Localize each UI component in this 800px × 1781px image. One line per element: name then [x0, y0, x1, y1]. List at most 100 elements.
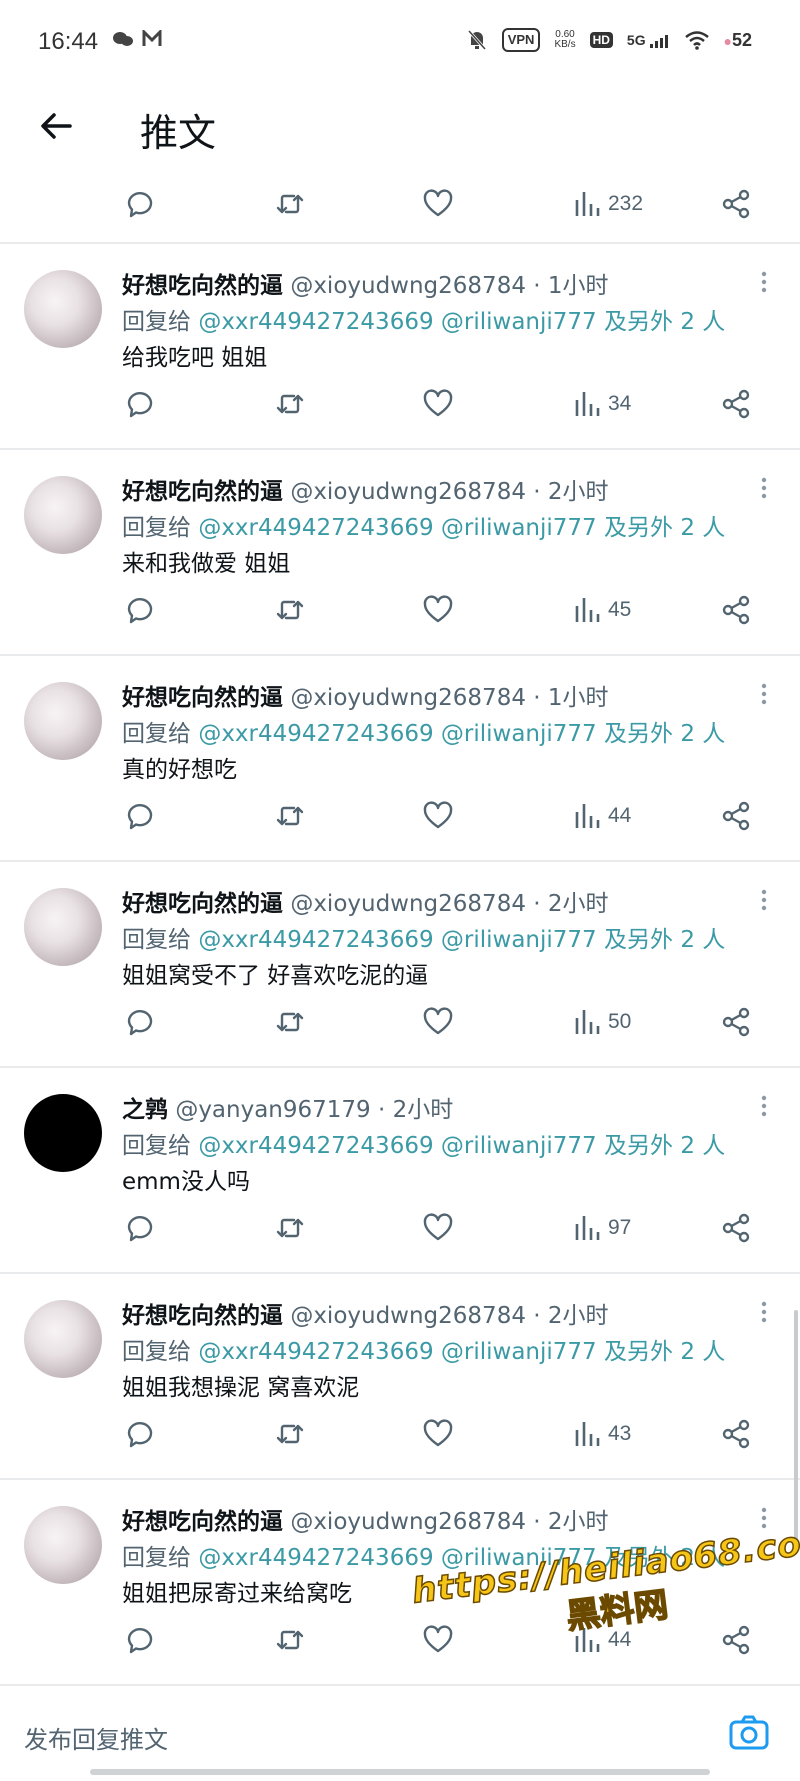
retweet-icon[interactable] [274, 1416, 306, 1452]
views-icon [572, 188, 604, 220]
like-icon[interactable] [422, 1004, 454, 1040]
views-button[interactable]: 97 [572, 1210, 631, 1246]
user-name[interactable]: 好想吃向然的逼 [122, 1303, 283, 1329]
tweet-text: 给我吃吧 姐姐 [122, 345, 268, 371]
avatar[interactable] [24, 888, 102, 966]
more-options-icon[interactable] [760, 1094, 768, 1118]
views-button[interactable]: 43 [572, 1416, 631, 1452]
reply-tweet[interactable]: 好想吃向然的逼 @xioyudwng268784 · 2小时 回复给 @xxr44… [0, 450, 800, 654]
user-handle[interactable]: @xioyudwng268784 [290, 1509, 526, 1535]
tweet-action-bar: 232 [0, 176, 800, 232]
user-handle[interactable]: @xioyudwng268784 [290, 479, 526, 505]
retweet-icon[interactable] [274, 1210, 306, 1246]
views-icon [572, 1212, 604, 1244]
share-icon[interactable] [720, 1416, 752, 1452]
avatar[interactable] [24, 476, 102, 554]
avatar[interactable] [24, 270, 102, 348]
status-time: 16:44 [38, 28, 99, 55]
tweet-text: 姐姐把尿寄过来给窝吃 [122, 1581, 352, 1607]
user-handle[interactable]: @yanyan967179 [175, 1097, 370, 1123]
retweet-icon[interactable] [274, 186, 306, 222]
user-name[interactable]: 好想吃向然的逼 [122, 273, 283, 299]
user-handle[interactable]: @xioyudwng268784 [290, 273, 526, 299]
mention-links[interactable]: @xxr449427243669 @riliwanji777 及另外 2 人 [198, 1133, 725, 1159]
reply-icon[interactable] [124, 386, 156, 422]
reply-icon[interactable] [124, 1622, 156, 1658]
like-icon[interactable] [422, 798, 454, 834]
like-icon[interactable] [422, 592, 454, 628]
retweet-icon[interactable] [274, 592, 306, 628]
avatar[interactable] [24, 1300, 102, 1378]
gesture-bar[interactable] [90, 1769, 710, 1775]
compose-input[interactable]: 发布回复推文 [24, 1720, 168, 1755]
replying-to: 回复给 @xxr449427243669 @riliwanji777 及另外 2… [122, 309, 726, 335]
avatar[interactable] [24, 1506, 102, 1584]
user-handle[interactable]: @xioyudwng268784 [290, 685, 526, 711]
reply-icon[interactable] [124, 186, 156, 222]
reply-icon[interactable] [124, 1004, 156, 1040]
mention-links[interactable]: @xxr449427243669 @riliwanji777 及另外 2 人 [198, 721, 725, 747]
more-options-icon[interactable] [760, 270, 768, 294]
mention-links[interactable]: @xxr449427243669 @riliwanji777 及另外 2 人 [198, 1339, 725, 1365]
more-options-icon[interactable] [760, 682, 768, 706]
avatar[interactable] [24, 1094, 102, 1172]
retweet-icon[interactable] [274, 1622, 306, 1658]
share-icon[interactable] [720, 1004, 752, 1040]
reply-icon[interactable] [124, 1210, 156, 1246]
page-title: 推文 [140, 111, 217, 155]
more-options-icon[interactable] [760, 1300, 768, 1324]
share-icon[interactable] [720, 592, 752, 628]
user-name[interactable]: 好想吃向然的逼 [122, 1509, 283, 1535]
more-options-icon[interactable] [760, 888, 768, 912]
views-button[interactable]: 45 [572, 592, 631, 628]
user-name[interactable]: 之鹑 [122, 1097, 168, 1123]
user-name[interactable]: 好想吃向然的逼 [122, 685, 283, 711]
views-button[interactable]: 232 [572, 186, 643, 222]
like-icon[interactable] [422, 386, 454, 422]
views-button[interactable]: 44 [572, 798, 631, 834]
more-options-icon[interactable] [760, 476, 768, 500]
reply-tweet[interactable]: 好想吃向然的逼 @xioyudwng268784 · 1小时回复给 @xxr44… [0, 244, 800, 448]
tweet-action-bar: 44 [0, 788, 800, 844]
reply-icon[interactable] [124, 1416, 156, 1452]
tweet-action-bar: 45 [0, 582, 800, 638]
share-icon[interactable] [720, 798, 752, 834]
views-count: 232 [608, 192, 644, 215]
share-icon[interactable] [720, 186, 752, 222]
views-button[interactable]: 50 [572, 1004, 631, 1040]
views-icon [572, 388, 604, 420]
tweet-time: · 1小时 [533, 685, 609, 711]
reply-icon[interactable] [124, 798, 156, 834]
reply-tweet[interactable]: 好想吃向然的逼 @xioyudwng268784 · 1小时 回复给 @xxr44… [0, 656, 800, 860]
reply-tweet[interactable]: 之鹑 @yanyan967179 · 2小时 回复给 @xxr4494272436… [0, 1068, 800, 1272]
tweet-time: · 1小时 [533, 273, 609, 299]
more-options-icon[interactable] [760, 1506, 768, 1530]
like-icon[interactable] [422, 1416, 454, 1452]
signal-icon: 5G [627, 32, 670, 48]
like-icon[interactable] [422, 1210, 454, 1246]
avatar[interactable] [24, 682, 102, 760]
share-icon[interactable] [720, 1210, 752, 1246]
reply-tweet[interactable]: 好想吃向然的逼 @xioyudwng268784 · 2小时 回复给 @xxr44… [0, 1274, 800, 1478]
retweet-icon[interactable] [274, 1004, 306, 1040]
retweet-icon[interactable] [274, 386, 306, 422]
retweet-icon[interactable] [274, 798, 306, 834]
user-name[interactable]: 好想吃向然的逼 [122, 891, 283, 917]
user-name[interactable]: 好想吃向然的逼 [122, 479, 283, 505]
mention-links[interactable]: @xxr449427243669 @riliwanji777 及另外 2 人 [198, 927, 725, 953]
reply-tweet[interactable]: 好想吃向然的逼 @xioyudwng268784 · 2小时 回复给 @xxr44… [0, 862, 800, 1066]
like-icon[interactable] [422, 186, 454, 222]
share-icon[interactable] [720, 386, 752, 422]
views-button[interactable]: 34 [572, 386, 631, 422]
scrollbar[interactable] [794, 1310, 798, 1550]
reply-icon[interactable] [124, 592, 156, 628]
user-handle[interactable]: @xioyudwng268784 [290, 891, 526, 917]
mention-links[interactable]: @xxr449427243669 @riliwanji777 及另外 2 人 [198, 309, 725, 335]
tweet-time: · 2小时 [533, 1303, 609, 1329]
mention-links[interactable]: @xxr449427243669 @riliwanji777 及另外 2 人 [198, 515, 725, 541]
share-icon[interactable] [720, 1622, 752, 1658]
tweet-action-bar: 50 [0, 994, 800, 1050]
user-handle[interactable]: @xioyudwng268784 [290, 1303, 526, 1329]
camera-icon[interactable] [728, 1712, 770, 1754]
back-arrow-icon[interactable] [36, 106, 76, 146]
